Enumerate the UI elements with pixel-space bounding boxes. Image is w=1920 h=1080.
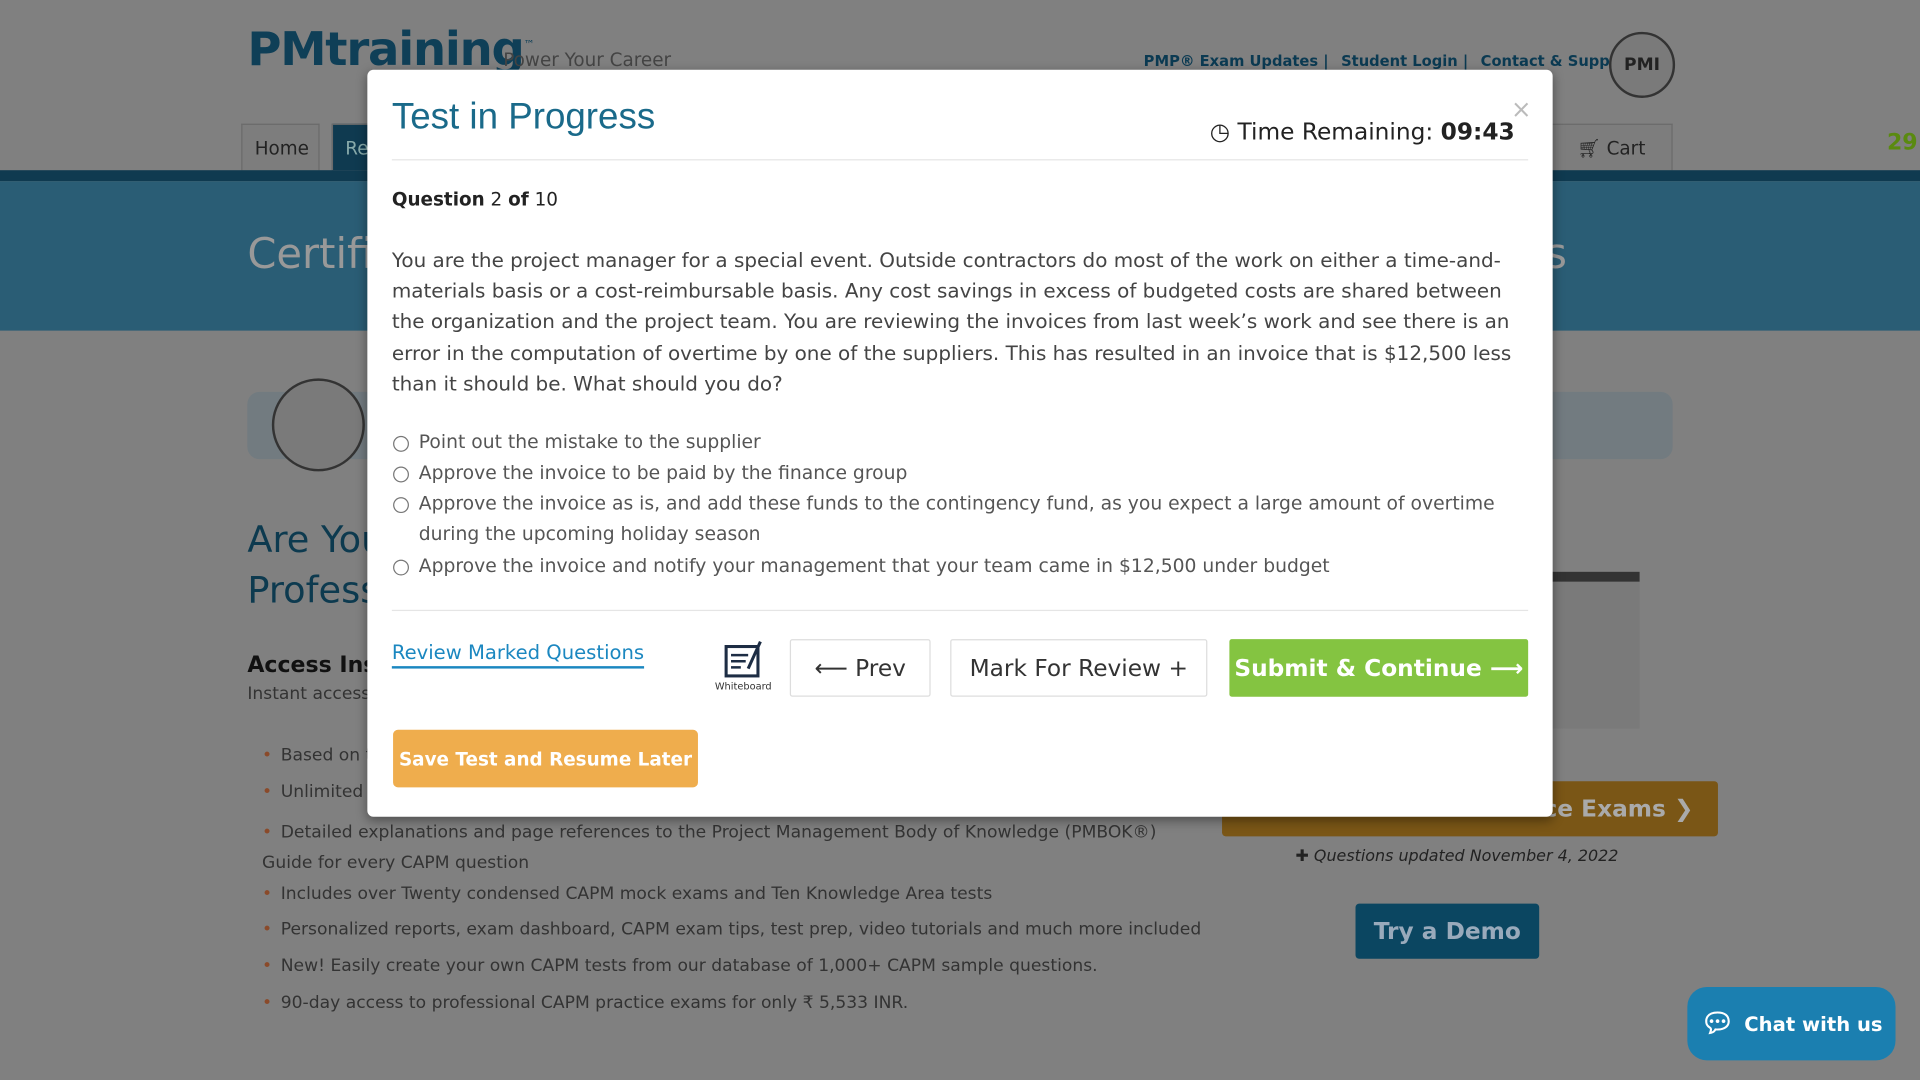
cart-icon: 🛒︎ [1577,136,1601,159]
answer-option[interactable]: Approve the invoice as is, and add these… [392,489,1519,550]
divider [391,609,1529,612]
hero-title: Certifi [247,230,374,280]
chat-bubble-icon: 💬︎ [1700,1008,1735,1039]
whiteboard-icon [724,640,762,678]
bullet-item: New! Easily create your own CAPM tests f… [262,956,1098,976]
save-resume-later-button[interactable]: Save Test and Resume Later [393,729,698,788]
site-logo[interactable]: PMtraining™ [247,22,534,76]
bullet-item: Based on th [262,746,383,766]
radio-button[interactable] [393,435,409,452]
chat-label: Chat with us [1744,1012,1883,1036]
pmi-seal-logo: PMI [1608,31,1676,98]
nav-home[interactable]: Home [241,123,320,171]
bullet-item: Personalized reports, exam dashboard, CA… [262,920,1201,940]
access-subtitle: Instant access [247,684,371,705]
clock-icon: ◷ [1209,118,1231,146]
question-total: 10 [534,188,558,211]
radio-button[interactable] [393,559,409,576]
counter: 29 [1886,129,1918,156]
whiteboard-button[interactable]: Whiteboard [713,639,774,692]
whiteboard-label: Whiteboard [714,680,772,692]
question-number: 2 [490,188,503,211]
nav-cart[interactable]: 🛒︎ Cart [1550,123,1673,171]
timer-value: 09:43 [1440,118,1515,146]
mark-for-review-button[interactable]: Mark For Review + [950,639,1208,697]
dashboard-screenshot [1550,571,1640,729]
answer-option[interactable]: Point out the mistake to the supplier [392,427,1519,458]
submit-continue-button[interactable]: Submit & Continue ⟶ [1229,639,1529,697]
prev-button[interactable]: ⟵ Prev [789,639,931,697]
heading-line2: Profess [247,569,380,613]
link-exam-updates[interactable]: PMP® Exam Updates | [1144,53,1329,70]
question-text: You are the project manager for a specia… [391,248,1512,396]
option-label: Approve the invoice as is, and add these… [418,492,1495,545]
option-label: Approve the invoice and notify your mana… [418,554,1330,577]
question-counter: Question 2 of 10 [392,189,558,211]
bullet-item: 90-day access to professional CAPM pract… [262,993,908,1013]
review-marked-link[interactable]: Review Marked Questions [391,640,645,669]
answer-option[interactable]: Approve the invoice to be paid by the fi… [392,458,1519,489]
link-student-login[interactable]: Student Login | [1341,53,1468,70]
top-links: PMP® Exam Updates | Student Login | Cont… [1144,53,1642,70]
radio-button[interactable] [393,466,409,483]
timer: ◷ Time Remaining: 09:43 [1210,119,1515,146]
answer-option[interactable]: Approve the invoice and notify your mana… [392,551,1519,582]
option-label: Approve the invoice to be paid by the fi… [418,461,908,484]
updated-note: ✚ Questions updated November 4, 2022 [1295,847,1619,866]
access-title: Access Inst [247,652,387,679]
test-modal: Test in Progress × ◷ Time Remaining: 09:… [367,69,1553,817]
question-of: of [508,188,529,211]
radio-button[interactable] [393,497,409,514]
question-label: Question [391,188,485,211]
pmi-partner-seal [271,378,365,472]
bullet-item: Unlimited a [262,782,380,802]
logo-text: PMtraining [247,22,524,76]
heading-line1: Are You [247,519,385,563]
chat-button[interactable]: 💬︎ Chat with us [1687,986,1896,1061]
timer-label: Time Remaining: [1237,118,1434,146]
modal-title: Test in Progress [391,96,656,138]
try-demo-button[interactable]: Try a Demo [1355,903,1540,959]
bullet-item: Detailed explanations and page reference… [262,818,1193,879]
option-label: Point out the mistake to the supplier [418,431,761,454]
bullet-item: Includes over Twenty condensed CAPM mock… [262,884,993,904]
seal-text: PMI [1624,55,1661,75]
cart-label: Cart [1606,136,1646,159]
tagline: Power Your Career [503,48,672,72]
divider [391,159,1529,161]
